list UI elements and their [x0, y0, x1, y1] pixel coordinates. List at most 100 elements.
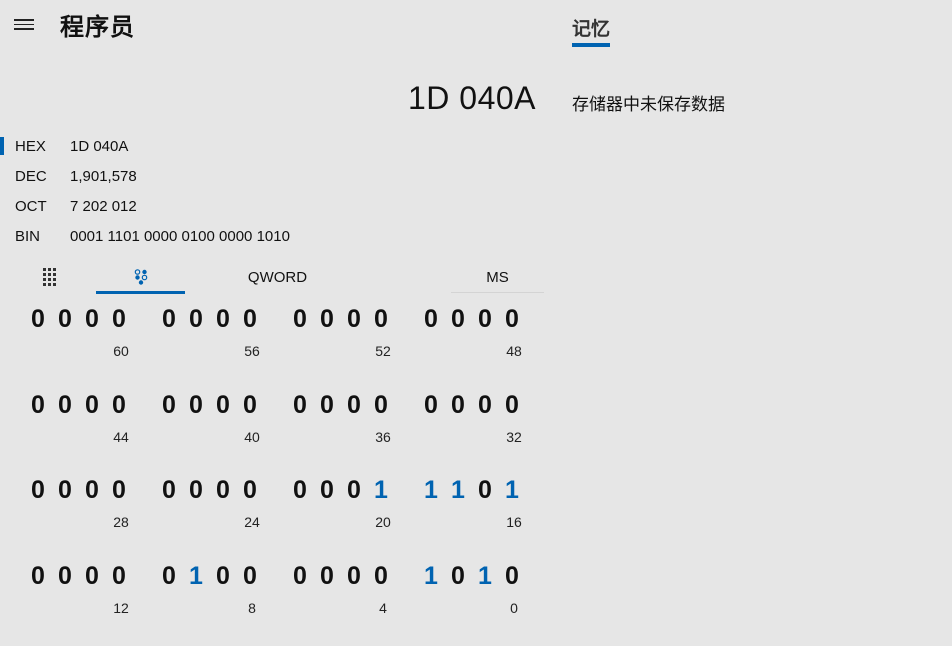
- bit-toggle-button[interactable]: 0: [502, 562, 522, 591]
- bit-toggle-button[interactable]: 0: [290, 305, 310, 334]
- bit-position-label: 52: [375, 343, 391, 359]
- bit-toggle-button[interactable]: 0: [28, 476, 48, 505]
- bit-toggle-button[interactable]: 0: [502, 305, 522, 334]
- bit-toggle-button[interactable]: 0: [213, 391, 233, 420]
- bit-toggle-button[interactable]: 0: [159, 562, 179, 591]
- bit-group: 0 0 0 0 40: [159, 386, 269, 446]
- radix-row-oct[interactable]: OCT 7 202 012: [0, 194, 540, 218]
- bit-position-label: 20: [375, 514, 391, 530]
- bit-toggle-button[interactable]: 0: [186, 305, 206, 334]
- bit-position-label: 36: [375, 429, 391, 445]
- radix-row-dec[interactable]: DEC 1,901,578: [0, 164, 540, 188]
- bit-toggle-button[interactable]: 0: [28, 305, 48, 334]
- bit-toggle-button[interactable]: 0: [109, 305, 129, 334]
- bit-row: 0 0 0 0 28 0 0 0 0 24 0 0 0 1 20 1 1 0 1 16: [0, 471, 545, 531]
- bit-toggle-button[interactable]: 0: [213, 562, 233, 591]
- bit-toggle-button[interactable]: 0: [371, 305, 391, 334]
- bit-toggle-button[interactable]: 0: [240, 476, 260, 505]
- bit-toggle-button[interactable]: 0: [448, 562, 468, 591]
- bit-toggling-keypad-icon: [134, 269, 147, 285]
- bit-group: 0 0 0 0 32: [421, 386, 531, 446]
- bit-toggle-button[interactable]: 0: [502, 391, 522, 420]
- word-size-button[interactable]: QWORD: [225, 262, 330, 292]
- bit-toggle-button[interactable]: 0: [317, 305, 337, 334]
- bit-toggle-button[interactable]: 1: [371, 476, 391, 505]
- bit-toggle-button[interactable]: 0: [159, 305, 179, 334]
- bit-toggle-button[interactable]: 0: [28, 391, 48, 420]
- bit-toggle-button[interactable]: 0: [475, 391, 495, 420]
- bit-toggle-button[interactable]: 0: [109, 562, 129, 591]
- bit-toggle-button[interactable]: 0: [240, 305, 260, 334]
- bit-toggle-button[interactable]: 0: [290, 391, 310, 420]
- bit-toggle-button[interactable]: 0: [82, 391, 102, 420]
- bit-toggle-button[interactable]: 1: [421, 476, 441, 505]
- bit-toggle-button[interactable]: 0: [82, 476, 102, 505]
- bit-toggle-button[interactable]: 0: [290, 476, 310, 505]
- bit-toggle-button[interactable]: 0: [240, 391, 260, 420]
- tab-memory-indicator: [572, 43, 610, 47]
- bit-position-label: 48: [506, 343, 522, 359]
- bit-toggle-button[interactable]: 0: [344, 305, 364, 334]
- memory-empty-message: 存储器中未保存数据: [572, 95, 725, 115]
- bit-position-label: 28: [113, 514, 129, 530]
- hamburger-menu-button[interactable]: [14, 16, 36, 34]
- bit-toggle-button[interactable]: 1: [186, 562, 206, 591]
- bit-toggle-button[interactable]: 0: [82, 305, 102, 334]
- bit-toggle-button[interactable]: 0: [475, 305, 495, 334]
- bit-group: 0 0 0 0 24: [159, 471, 269, 531]
- bit-toggle-button[interactable]: 0: [82, 562, 102, 591]
- bit-toggle-button[interactable]: 1: [448, 476, 468, 505]
- bit-toggle-button[interactable]: 0: [371, 391, 391, 420]
- radix-label: DEC: [15, 168, 47, 185]
- bit-toggle-button[interactable]: 0: [109, 391, 129, 420]
- radix-value: 7 202 012: [70, 198, 137, 215]
- bit-toggle-button[interactable]: 0: [421, 391, 441, 420]
- bit-toggle-button[interactable]: 0: [55, 391, 75, 420]
- bit-toggle-button[interactable]: 1: [502, 476, 522, 505]
- bit-toggle-button[interactable]: 0: [317, 476, 337, 505]
- hamburger-icon: [14, 19, 34, 21]
- bit-toggle-button[interactable]: 0: [448, 391, 468, 420]
- bit-toggle-button[interactable]: 0: [240, 562, 260, 591]
- bit-position-label: 12: [113, 600, 129, 616]
- bit-toggle-button[interactable]: 0: [28, 562, 48, 591]
- bit-toggle-button[interactable]: 0: [344, 562, 364, 591]
- bit-toggle-button[interactable]: 0: [186, 391, 206, 420]
- bit-toggle-button[interactable]: 0: [448, 305, 468, 334]
- bit-toggle-button[interactable]: 0: [55, 305, 75, 334]
- bit-toggle-button[interactable]: 0: [159, 476, 179, 505]
- bit-group: 0 0 0 0 48: [421, 300, 531, 360]
- bit-toggle-button[interactable]: 0: [186, 476, 206, 505]
- radix-row-bin[interactable]: BIN 0001 1101 0000 0100 0000 1010: [0, 224, 540, 248]
- memory-store-button[interactable]: MS: [451, 262, 544, 293]
- bit-toggle-button[interactable]: 0: [55, 476, 75, 505]
- bit-group: 00004: [290, 557, 400, 617]
- bit-toggle-button[interactable]: 0: [371, 562, 391, 591]
- bit-toggle-button[interactable]: 0: [317, 562, 337, 591]
- bit-toggle-button[interactable]: 0: [421, 305, 441, 334]
- bit-toggle-button[interactable]: 0: [159, 391, 179, 420]
- bit-toggle-button[interactable]: 0: [290, 562, 310, 591]
- bit-position-label: 40: [244, 429, 260, 445]
- bit-position-label: 56: [244, 343, 260, 359]
- full-keypad-button[interactable]: [30, 262, 68, 292]
- bit-group: 1 1 0 1 16: [421, 471, 531, 531]
- bit-toggle-button[interactable]: 0: [475, 476, 495, 505]
- bit-toggle-button[interactable]: 0: [213, 305, 233, 334]
- radix-label: BIN: [15, 228, 41, 245]
- radix-row-hex[interactable]: HEX 1D 040A: [0, 134, 540, 158]
- bit-toggle-button[interactable]: 0: [55, 562, 75, 591]
- bit-toggling-selected-indicator: [96, 291, 185, 294]
- bit-toggle-button[interactable]: 1: [475, 562, 495, 591]
- bit-position-label: 60: [113, 343, 129, 359]
- bit-toggle-button[interactable]: 0: [344, 391, 364, 420]
- bit-toggle-button[interactable]: 1: [421, 562, 441, 591]
- bit-toggling-keypad-button[interactable]: [96, 262, 185, 292]
- bit-toggle-button[interactable]: 0: [213, 476, 233, 505]
- page-title: 程序员: [60, 13, 135, 41]
- bit-toggle-button[interactable]: 0: [317, 391, 337, 420]
- tab-memory[interactable]: 记忆: [572, 14, 610, 41]
- bit-toggle-button[interactable]: 0: [344, 476, 364, 505]
- bit-toggle-button[interactable]: 0: [109, 476, 129, 505]
- radix-label: HEX: [15, 138, 46, 155]
